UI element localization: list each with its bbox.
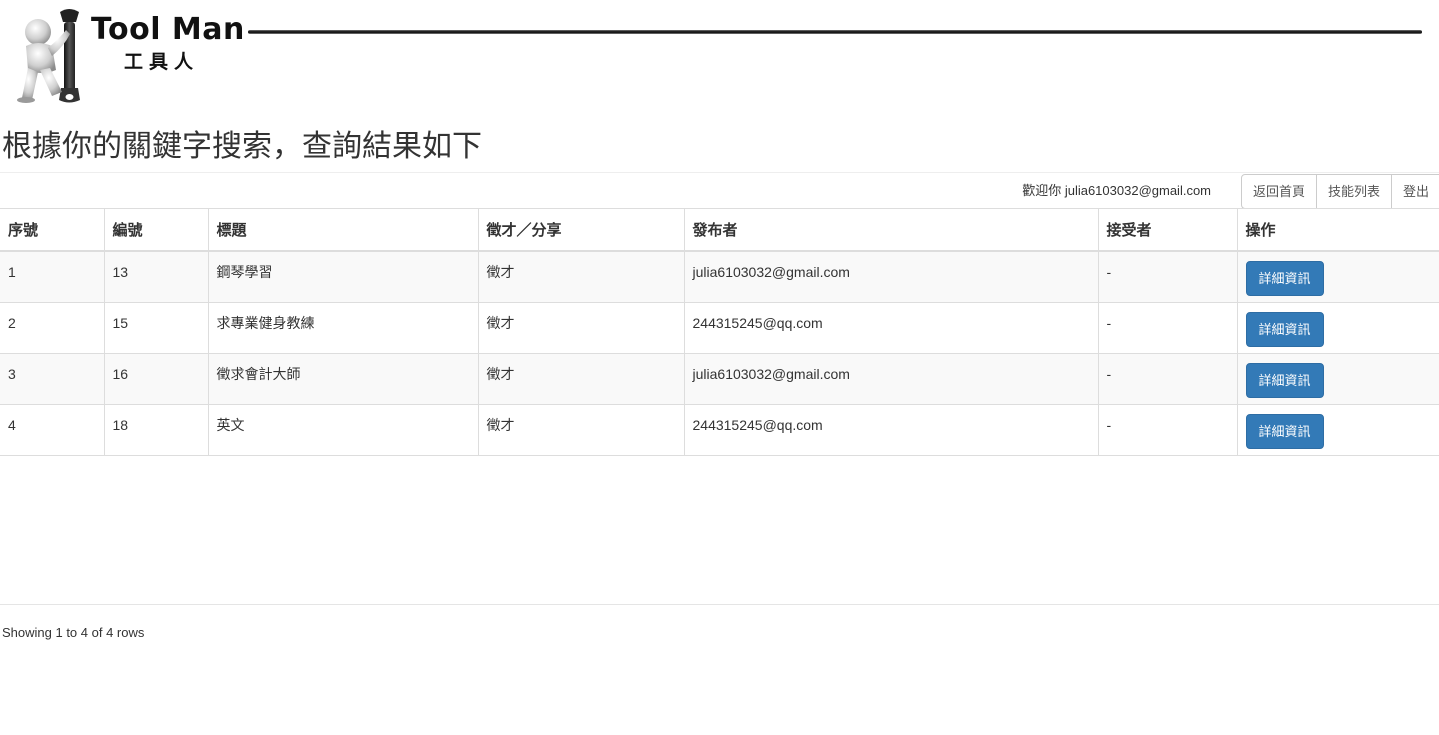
cell-title-text: 鋼琴學習 [216,264,273,280]
cell-title: 求專業健身教練 [207,301,478,353]
cell-publisher: 244315245@qq.com [683,301,1098,353]
toolbar-divider [0,172,1439,173]
cell-type: 徵才 [477,352,684,404]
cell-index: 2 [0,301,104,353]
cell-receiver-text: - [1106,416,1112,433]
table-row: 4 18 英文 徵才 244315245@qq.com - 詳細資訊 [0,403,1439,456]
cell-index-text: 4 [8,416,16,433]
cell-action: 詳細資訊 [1236,403,1439,456]
cell-action: 詳細資訊 [1236,352,1439,404]
home-button[interactable]: 返回首頁 [1241,174,1318,209]
cell-title: 英文 [207,403,478,456]
cell-index-text: 3 [8,365,16,382]
column-header-type[interactable]: 徵才／分享 [477,208,684,252]
details-button[interactable]: 詳細資訊 [1245,413,1324,449]
cell-receiver-text: - [1106,365,1112,382]
column-header-title[interactable]: 標題 [207,208,478,252]
cell-id: 15 [103,301,208,353]
header-divider [248,30,1422,34]
cell-id-text: 18 [112,416,129,433]
cell-type: 徵才 [477,403,684,456]
page-title: 根據你的關鍵字搜索，查詢結果如下 [2,129,482,164]
cell-publisher: julia6103032@gmail.com [683,352,1098,404]
column-header-publisher[interactable]: 發布者 [683,208,1098,252]
column-header-receiver[interactable]: 接受者 [1097,208,1237,252]
cell-receiver-text: - [1106,314,1112,331]
cell-index: 1 [0,250,104,302]
welcome-text: 歡迎你 julia6103032@gmail.com [1022,183,1211,198]
cell-receiver-text: - [1106,264,1112,280]
cell-id-text: 13 [112,264,129,280]
cell-type-text: 徵才 [486,314,515,331]
cell-type-text: 徵才 [486,365,515,382]
nav-button-group: 返回首頁 技能列表 登出 [1241,174,1439,209]
cell-receiver: - [1097,403,1237,456]
brand-subtitle: 工具人 [124,51,200,73]
page: Tool Man 工具人 根據你的關鍵字搜索，查詢結果如下 歡迎你 julia6… [0,0,1439,735]
cell-receiver: - [1097,301,1237,353]
cell-index-text: 1 [8,264,16,280]
cell-title-text: 求專業健身教練 [216,314,315,331]
column-header-action[interactable]: 操作 [1236,208,1439,252]
details-button[interactable]: 詳細資訊 [1245,311,1324,347]
cell-receiver: - [1097,352,1237,404]
cell-publisher: 244315245@qq.com [683,403,1098,456]
cell-publisher-text: 244315245@qq.com [692,416,823,433]
cell-title: 徵求會計大師 [207,352,478,404]
table-row: 1 13 鋼琴學習 徵才 julia6103032@gmail.com - 詳細… [0,250,1439,302]
cell-id-text: 15 [112,314,129,331]
wrench-figure-icon [17,9,80,103]
skill-list-button[interactable]: 技能列表 [1316,174,1393,209]
column-header-id[interactable]: 編號 [103,208,208,252]
details-button[interactable]: 詳細資訊 [1245,261,1324,296]
footer-divider [0,604,1439,605]
cell-type-text: 徵才 [486,416,515,433]
pagination-info: Showing 1 to 4 of 4 rows [2,625,145,640]
cell-publisher-text: julia6103032@gmail.com [692,365,850,382]
cell-title-text: 徵求會計大師 [216,365,301,382]
cell-receiver: - [1097,250,1237,302]
table-row: 3 16 徵求會計大師 徵才 julia6103032@gmail.com - … [0,352,1439,404]
cell-id-text: 16 [112,365,129,382]
cell-type: 徵才 [477,250,684,302]
cell-title-text: 英文 [216,416,245,433]
cell-index-text: 2 [8,314,16,331]
cell-index: 4 [0,403,104,456]
cell-action: 詳細資訊 [1236,301,1439,353]
logout-button[interactable]: 登出 [1391,174,1439,209]
brand-title: Tool Man [91,12,245,47]
cell-type-text: 徵才 [486,264,515,280]
column-header-index[interactable]: 序號 [0,208,104,252]
cell-id: 13 [103,250,208,302]
cell-publisher-text: julia6103032@gmail.com [692,264,850,280]
table-row: 2 15 求專業健身教練 徵才 244315245@qq.com - 詳細資訊 [0,301,1439,353]
details-button[interactable]: 詳細資訊 [1245,362,1324,398]
cell-id: 18 [103,403,208,456]
cell-index: 3 [0,352,104,404]
cell-type: 徵才 [477,301,684,353]
table-header-row: 序號 編號 標題 徵才／分享 發布者 接受者 操作 [0,208,1439,252]
cell-publisher-text: 244315245@qq.com [692,314,823,331]
cell-title: 鋼琴學習 [207,250,478,302]
cell-action: 詳細資訊 [1236,250,1439,302]
cell-publisher: julia6103032@gmail.com [683,250,1098,302]
cell-id: 16 [103,352,208,404]
results-table: 序號 編號 標題 徵才／分享 發布者 接受者 操作 1 13 鋼琴學習 徵才 j… [0,208,1439,456]
